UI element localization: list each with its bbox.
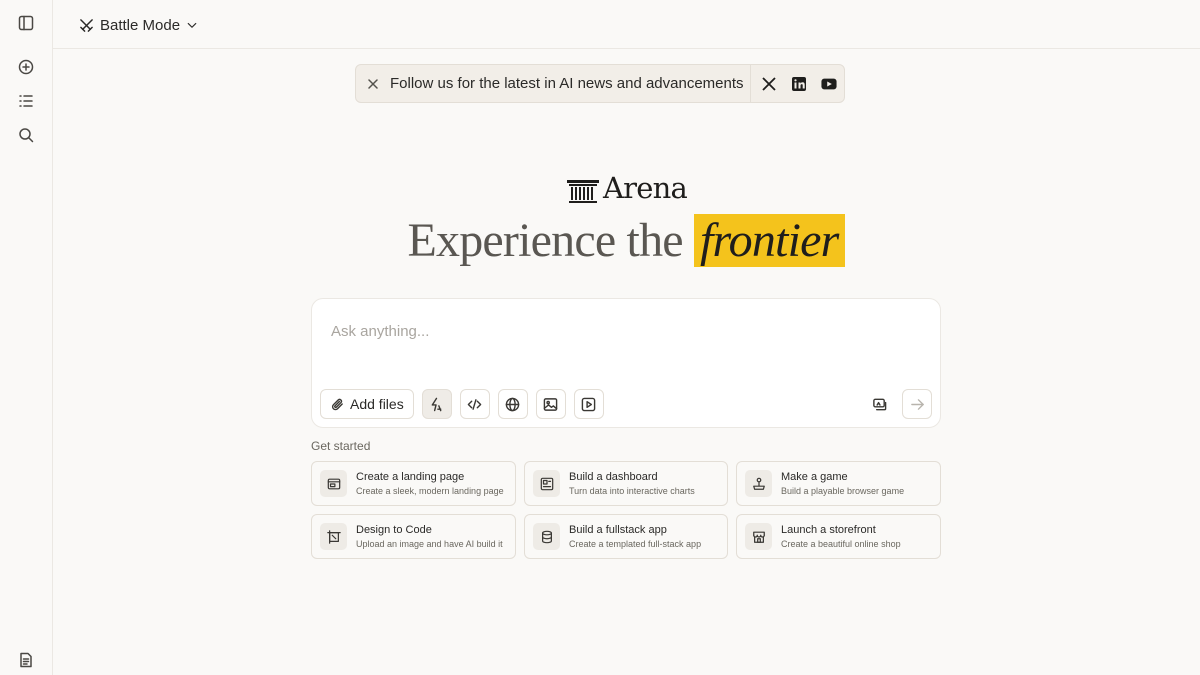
card-design-to-code[interactable]: Design to Code Upload an image and have … xyxy=(311,514,516,559)
globe-icon xyxy=(505,397,520,411)
social-banner: Follow us for the latest in AI news and … xyxy=(355,64,845,103)
document-icon[interactable] xyxy=(14,648,38,672)
card-subtitle: Upload an image and have AI build it xyxy=(356,538,503,549)
get-started-cards: Create a landing page Create a sleek, mo… xyxy=(311,461,941,559)
sidebar xyxy=(0,0,53,675)
card-game[interactable]: Make a game Build a playable browser gam… xyxy=(736,461,941,506)
toggle-sidebar-icon[interactable] xyxy=(14,11,38,35)
card-subtitle: Turn data into interactive charts xyxy=(569,485,695,496)
close-icon[interactable] xyxy=(356,65,390,102)
card-title: Design to Code xyxy=(356,523,432,536)
crossed-swords-icon xyxy=(80,18,93,32)
add-files-button[interactable]: Add files xyxy=(320,389,414,419)
video-icon xyxy=(581,397,596,411)
headline-highlight: frontier xyxy=(694,214,845,267)
column-logo-icon xyxy=(567,180,599,203)
code-icon xyxy=(467,398,482,410)
card-subtitle: Create a beautiful online shop xyxy=(781,538,901,549)
prompt-composer: Add files xyxy=(311,298,941,428)
search-icon[interactable] xyxy=(14,123,38,147)
card-dashboard[interactable]: Build a dashboard Turn data into interac… xyxy=(524,461,728,506)
chevron-down-icon xyxy=(187,22,197,28)
card-title: Launch a storefront xyxy=(781,523,876,536)
auto-mode-button[interactable] xyxy=(421,389,452,419)
card-title: Build a dashboard xyxy=(569,470,658,483)
card-storefront[interactable]: Launch a storefront Create a beautiful o… xyxy=(736,514,941,559)
browser-icon xyxy=(320,470,347,497)
card-title: Build a fullstack app xyxy=(569,523,667,536)
joystick-icon xyxy=(745,470,772,497)
arena-logo: Arena xyxy=(566,170,688,205)
dashboard-icon xyxy=(533,470,560,497)
video-button[interactable] xyxy=(573,389,604,419)
get-started-label: Get started xyxy=(311,439,371,453)
card-subtitle: Create a templated full-stack app xyxy=(569,538,702,549)
new-chat-icon[interactable] xyxy=(14,55,38,79)
card-subtitle: Create a sleek, modern landing page xyxy=(356,485,504,496)
store-icon xyxy=(745,523,772,550)
code-button[interactable] xyxy=(459,389,490,419)
model-select-button[interactable] xyxy=(864,389,894,419)
youtube-icon[interactable] xyxy=(821,76,837,92)
arrow-right-icon xyxy=(910,398,924,410)
send-button[interactable] xyxy=(902,389,932,419)
card-fullstack-app[interactable]: Build a fullstack app Create a templated… xyxy=(524,514,728,559)
linkedin-icon[interactable] xyxy=(791,76,807,92)
logo-text: Arena xyxy=(603,171,688,205)
card-title: Make a game xyxy=(781,470,848,483)
leaderboard-list-icon[interactable] xyxy=(14,89,38,113)
top-bar: Battle Mode xyxy=(53,0,1200,49)
banner-text: Follow us for the latest in AI news and … xyxy=(390,75,744,92)
mode-label: Battle Mode xyxy=(100,16,181,34)
image-icon xyxy=(543,397,558,411)
image-button[interactable] xyxy=(535,389,566,419)
card-landing-page[interactable]: Create a landing page Create a sleek, mo… xyxy=(311,461,516,506)
web-search-button[interactable] xyxy=(497,389,528,419)
x-icon[interactable] xyxy=(761,76,777,92)
headline-prefix: Experience the xyxy=(407,214,683,267)
chat-compare-icon xyxy=(872,398,886,410)
frame-icon xyxy=(320,523,347,550)
database-icon xyxy=(533,523,560,550)
paperclip-icon xyxy=(331,398,343,410)
page-headline: Experience the frontier xyxy=(0,213,1200,268)
mode-selector[interactable]: Battle Mode xyxy=(79,14,198,36)
prompt-input[interactable] xyxy=(331,319,911,343)
card-subtitle: Build a playable browser game xyxy=(781,485,905,496)
card-title: Create a landing page xyxy=(356,470,465,483)
sparkle-bolt-icon xyxy=(431,397,442,411)
add-files-label: Add files xyxy=(350,396,404,412)
